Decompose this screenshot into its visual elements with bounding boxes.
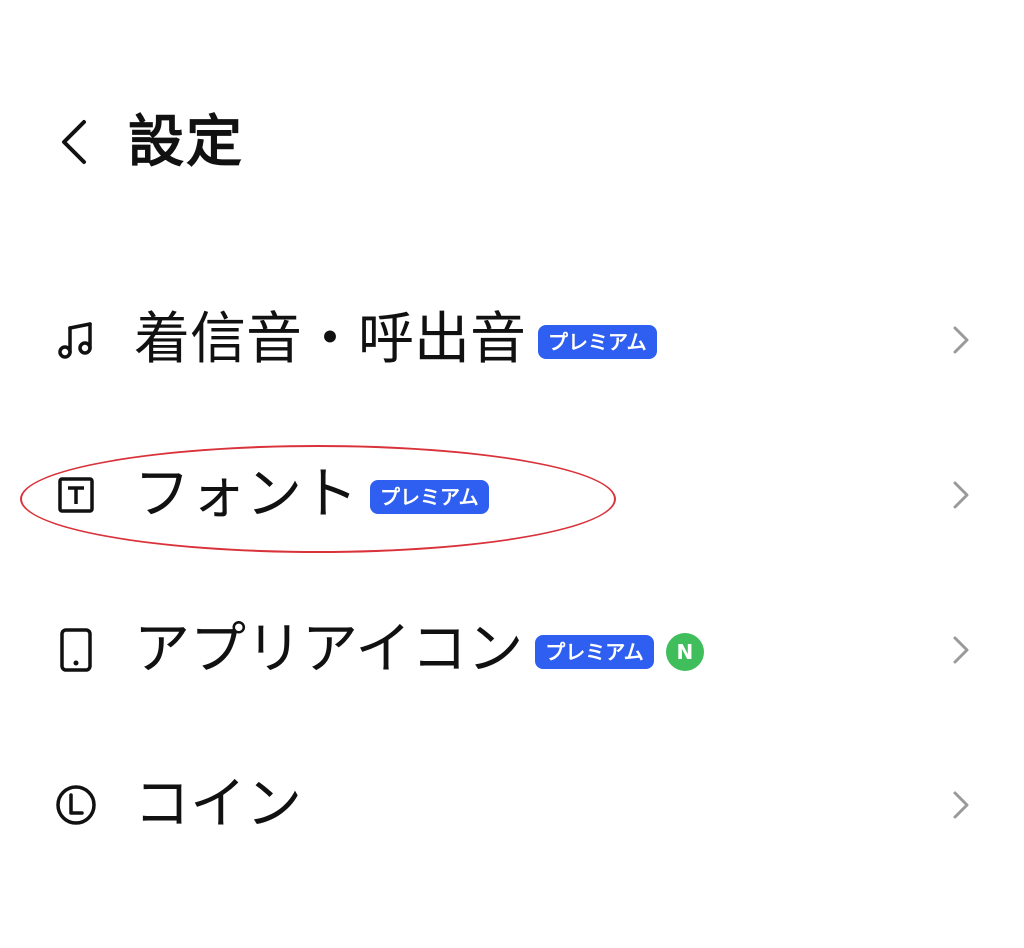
chevron-left-icon — [62, 120, 86, 164]
new-badge: N — [665, 633, 704, 671]
settings-item-label: フォント — [134, 462, 358, 527]
chevron-right-icon — [946, 787, 976, 823]
settings-item-main: 着信音・呼出音 プレミアム — [134, 300, 657, 380]
settings-item-app-icon[interactable]: アプリアイコン プレミアム N — [0, 590, 1024, 710]
settings-item-coin[interactable]: コイン — [0, 745, 1024, 865]
settings-item-main: フォント プレミアム — [134, 455, 489, 535]
premium-badge: プレミアム — [538, 325, 657, 359]
coin-l-icon — [50, 779, 102, 831]
settings-item-label: 着信音・呼出音 — [134, 307, 526, 372]
premium-badge: プレミアム — [535, 635, 654, 669]
chevron-right-icon — [946, 632, 976, 668]
settings-item-ringtone[interactable]: 着信音・呼出音 プレミアム — [0, 280, 1024, 400]
music-note-icon — [50, 314, 102, 366]
settings-item-font[interactable]: フォント プレミアム — [0, 435, 1024, 555]
settings-item-label: アプリアイコン — [134, 617, 524, 682]
settings-item-main: アプリアイコン プレミアム N — [134, 610, 704, 690]
page-title: 設定 — [128, 110, 244, 175]
back-button[interactable] — [44, 112, 104, 172]
header-bar: 設定 — [0, 100, 1024, 190]
chevron-right-icon — [946, 322, 976, 358]
premium-badge: プレミアム — [370, 480, 489, 514]
phone-device-icon — [50, 624, 102, 676]
settings-item-label: コイン — [134, 772, 302, 837]
settings-item-main: コイン — [134, 765, 302, 845]
font-t-icon — [50, 469, 102, 521]
chevron-right-icon — [946, 477, 976, 513]
